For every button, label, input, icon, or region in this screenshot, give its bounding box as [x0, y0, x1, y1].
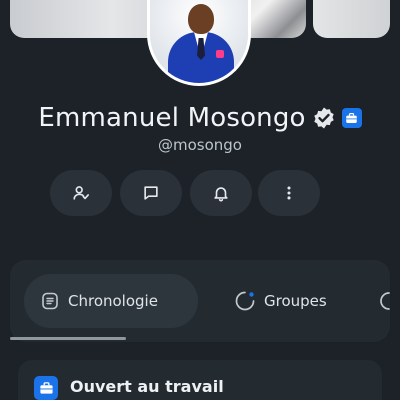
person-check-icon [73, 186, 90, 200]
open-to-work-title: Ouvert au travail [70, 377, 224, 396]
message-button[interactable] [120, 170, 182, 216]
groups-icon [235, 291, 255, 311]
briefcase-badge-icon [341, 108, 362, 128]
profile-name-row: Emmanuel Mosongo [0, 98, 400, 138]
more-options-button[interactable] [258, 170, 320, 216]
notifications-button[interactable] [190, 170, 252, 216]
profile-handle: @mosongo [158, 136, 242, 154]
bell-icon [214, 187, 228, 202]
open-to-work-card[interactable]: Ouvert au travail [18, 360, 382, 400]
profile-tabs: Chronologie Groupes [10, 260, 390, 342]
profile-name: Emmanuel Mosongo [38, 103, 306, 133]
briefcase-icon [34, 376, 58, 400]
verified-badge-icon [312, 106, 336, 130]
message-icon [144, 186, 158, 200]
tab-scroll-indicator [10, 337, 126, 340]
more-vertical-icon [287, 186, 291, 200]
tab-partial-icon [380, 292, 390, 310]
cover-photo[interactable] [313, 0, 390, 38]
tab-label: Chronologie [68, 292, 158, 310]
cover-banner [0, 0, 400, 110]
tab-chronologie[interactable]: Chronologie [24, 274, 198, 328]
profile-avatar[interactable] [147, 0, 251, 86]
tab-label: Groupes [264, 292, 327, 310]
tab-groupes[interactable]: Groupes [218, 274, 358, 328]
tab-more[interactable] [376, 274, 390, 328]
profile-actions [0, 170, 400, 216]
friend-status-button[interactable] [50, 170, 112, 216]
timeline-icon [42, 292, 58, 310]
